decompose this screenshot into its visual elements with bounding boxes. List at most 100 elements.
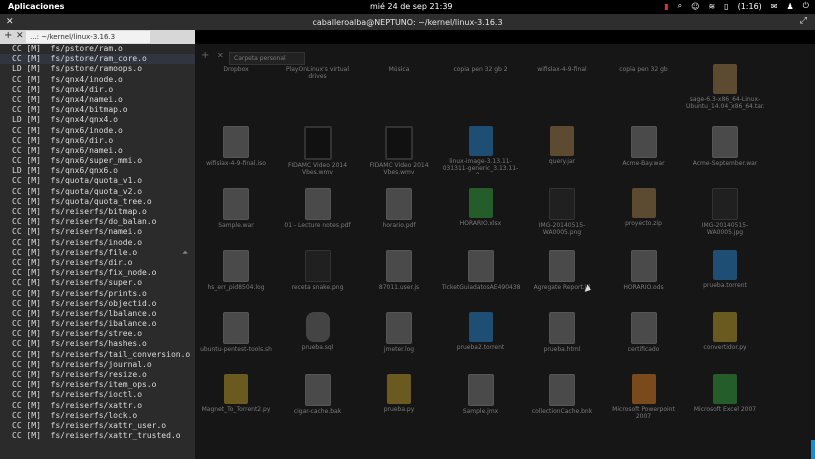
file-item[interactable]: HORARIO.ods <box>605 250 683 300</box>
file-item[interactable]: Microsoft Excel 2007 <box>686 374 764 422</box>
file-item[interactable]: IMG-20140515-WA0005.png <box>523 188 601 238</box>
terminal-line: CC [M] fs/reiserfs/stree.o <box>12 329 143 339</box>
wifi-icon[interactable]: ≋ <box>708 2 715 11</box>
maximize-icon[interactable]: ⤢ <box>800 16 807 26</box>
fm-close-tab-icon[interactable]: ✕ <box>217 51 224 60</box>
terminal-line: CC [M] fs/reiserfs/dir.o <box>12 257 133 267</box>
file-label: IMG-20140515-WA0005.png <box>538 222 586 236</box>
file-item[interactable]: prueba.html <box>523 312 601 362</box>
file-item[interactable]: Microsoft Powerpoint 2007 <box>605 374 683 422</box>
scroll-up-icon[interactable]: ⏶ <box>182 248 188 258</box>
file-label: proyecto.zip <box>625 220 662 227</box>
file-item[interactable]: prueba.torrent <box>686 250 764 298</box>
file-item[interactable]: sage-6.3-x86_64-Linux-Ubuntu_14.04_x86_6… <box>686 64 764 112</box>
img-icon <box>712 188 738 220</box>
file-item[interactable]: FIDAMC Video 2014 Vbes.wmv <box>279 126 357 178</box>
doc-icon <box>386 188 412 220</box>
file-item[interactable]: convertidor.py <box>686 312 764 360</box>
file-item[interactable]: Dropbox <box>197 64 275 82</box>
applications-menu[interactable]: Aplicaciones <box>8 2 64 11</box>
file-item[interactable]: copia pen 32 gb <box>605 64 683 82</box>
file-label: wifislax-4-9-final <box>537 66 587 73</box>
doc-icon <box>467 374 494 406</box>
file-item[interactable]: query.jar <box>523 126 601 174</box>
accessibility-icon[interactable]: ☺ <box>691 2 699 11</box>
terminal-line: CC [M] fs/reiserfs/prints.o <box>12 288 147 298</box>
terminal-line: CC [M] fs/reiserfs/do_balan.o <box>12 217 157 227</box>
file-item[interactable]: ubuntu-pentest-tools.sh <box>197 312 275 362</box>
terminal-line: CC [M] fs/reiserfs/lbalance.o <box>12 308 157 318</box>
file-item[interactable]: Música <box>360 64 438 82</box>
file-manager-tabbar: + ✕ Carpeta personal <box>195 50 815 65</box>
user-icon[interactable]: ♟ <box>787 2 794 11</box>
blue-icon <box>713 250 737 280</box>
img-icon <box>549 188 575 220</box>
terminal-line: CC [M] fs/reiserfs/lock.o <box>12 410 138 420</box>
doc-icon <box>223 126 249 158</box>
terminal-line: CC [M] fs/pstore/ram_core.o <box>0 54 195 65</box>
doc-icon <box>630 126 657 158</box>
file-item[interactable]: Acme-September.war <box>686 126 764 176</box>
file-item[interactable]: HORARIO.xlsx <box>442 188 520 236</box>
file-item[interactable]: PlayOnLinux's virtual drives <box>279 64 357 82</box>
blue-icon <box>468 126 493 156</box>
terminal-line: CC [M] fs/qnx4/bitmap.o <box>12 105 128 115</box>
alert-icon[interactable]: ▮ <box>664 2 668 11</box>
file-item[interactable]: proyecto.zip <box>605 188 683 236</box>
terminal-line: CC [M] fs/reiserfs/xattr_trusted.o <box>12 431 181 441</box>
file-label: receta snake.png <box>291 284 344 291</box>
file-item[interactable]: linux-image-3.13.11-031311-generic_3.13.… <box>442 126 520 174</box>
terminal-tabbar: + ✕ ...: ~/kernel/linux-3.16.3 <box>0 30 195 44</box>
terminal-line: CC [M] fs/reiserfs/namei.o <box>12 227 143 237</box>
file-label: wifislax-4-9-final.iso <box>206 160 266 167</box>
terminal-output[interactable]: CC [M] fs/pstore/ram.o CC [M] fs/pstore/r… <box>0 44 195 459</box>
file-item[interactable]: 87011.user.js <box>360 250 438 300</box>
file-label: prueba.sql <box>301 344 334 351</box>
mail-icon[interactable]: ✉ <box>771 2 778 11</box>
terminal-line: CC [M] fs/quota/quota_v2.o <box>12 186 143 196</box>
battery-icon[interactable]: ▯ <box>724 2 728 11</box>
file-item[interactable]: prueba.sql <box>279 312 357 360</box>
file-label: HORARIO.xlsx <box>459 220 502 227</box>
video-icon <box>303 126 332 160</box>
clock[interactable]: mié 24 de sep 21:39 <box>370 2 453 11</box>
file-item[interactable]: Acme-Bay.war <box>605 126 683 176</box>
file-item[interactable]: jmeter.log <box>360 312 438 362</box>
terminal-line: CC [M] fs/qnx6/namei.o <box>12 145 123 155</box>
file-item[interactable]: certificado <box>605 312 683 362</box>
video-icon <box>385 126 413 160</box>
blue-icon <box>468 312 493 342</box>
battery-time: (1:16) <box>737 1 762 11</box>
file-label: TicketGuiadatosAE49043888E.pdf <box>441 284 520 291</box>
file-item[interactable]: copia pen 32 gb 2 <box>442 64 520 82</box>
file-item[interactable]: FIDAMC Video 2014 Vbes.wmv <box>360 126 438 178</box>
doc-icon <box>223 188 249 220</box>
search-icon[interactable]: ⌕ <box>678 1 682 11</box>
window-titlebar: ✕ caballeroalba@NEPTUNO: ~/kernel/linux-… <box>0 14 815 30</box>
file-item[interactable]: horario.pdf <box>360 188 438 238</box>
file-label: Acme-Bay.war <box>622 160 665 167</box>
file-item[interactable]: wifislax-4-9-final <box>523 64 601 82</box>
file-item[interactable]: IMG-20140515-WA0005.jpg <box>686 188 764 238</box>
file-item[interactable]: hs_err_pid8504.log <box>197 250 275 300</box>
file-item[interactable]: cigar-cache.bak <box>279 374 357 424</box>
power-icon[interactable]: ⏻ <box>803 1 809 11</box>
fm-new-tab-icon[interactable]: + <box>201 50 209 61</box>
file-label: Microsoft Powerpoint 2007 <box>612 406 675 420</box>
terminal-line: CC [M] fs/pstore/ram.o <box>12 44 123 53</box>
file-item[interactable]: prueba.py <box>360 374 438 422</box>
file-item[interactable]: 01 - Lecture notes.pdf <box>279 188 357 238</box>
file-item[interactable]: collectionCache.bnk <box>523 374 601 424</box>
file-item[interactable]: receta snake.png <box>279 250 357 300</box>
file-item[interactable]: TicketGuiadatosAE49043888E.pdf <box>442 250 520 300</box>
new-tab-icon[interactable]: + <box>4 30 12 41</box>
file-item[interactable]: Sample.jmx <box>442 374 520 424</box>
file-item[interactable]: prueba2.torrent <box>442 312 520 360</box>
file-item[interactable]: wifislax-4-9-final.iso <box>197 126 275 176</box>
green-icon <box>713 374 737 404</box>
fm-scrollbar[interactable] <box>811 440 815 459</box>
file-item[interactable]: Sample.war <box>197 188 275 238</box>
close-tab-icon[interactable]: ✕ <box>16 31 24 41</box>
file-item[interactable]: Magnet_To_Torrent2.py <box>197 374 275 422</box>
terminal-tab[interactable]: ...: ~/kernel/linux-3.16.3 <box>26 31 150 43</box>
